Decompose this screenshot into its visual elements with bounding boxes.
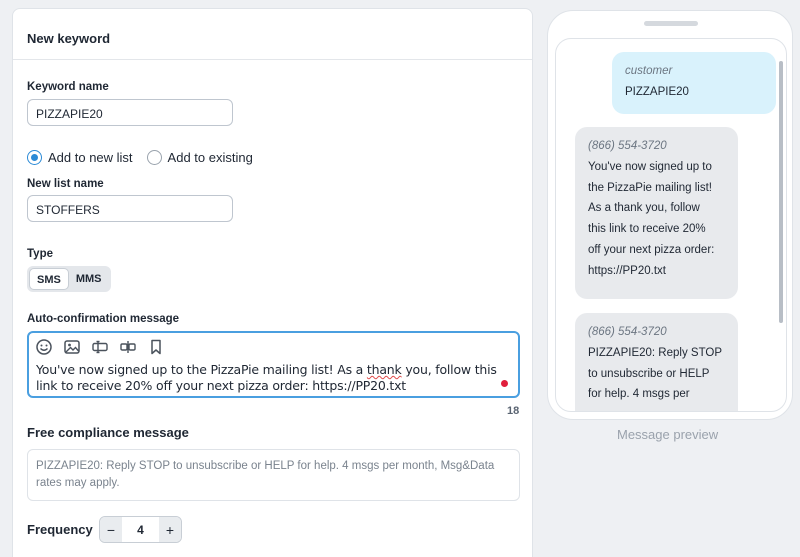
insert-link-icon[interactable] xyxy=(119,338,137,356)
frequency-stepper: − 4 + xyxy=(99,516,182,543)
bubble-line: this link to receive 20% xyxy=(588,223,706,236)
radio-label-existing: Add to existing xyxy=(167,150,253,165)
message-bubble-business: (866) 554-3720 PIZZAPIE20: Reply STOP to… xyxy=(575,313,738,411)
bubble-line: to unsubscribe or HELP xyxy=(588,367,710,380)
message-text-part: You've now signed up to the PizzaPie mai… xyxy=(36,362,367,377)
type-label: Type xyxy=(27,248,53,260)
alert-dot-icon xyxy=(501,380,508,387)
radio-add-to-new-list[interactable]: Add to new list xyxy=(27,150,133,165)
bubble-line: https://PP20.txt xyxy=(588,264,666,277)
editor-toolbar xyxy=(29,333,518,357)
message-bubble-customer: customer PIZZAPIE20 xyxy=(612,52,776,114)
character-count: 18 xyxy=(507,405,520,417)
new-list-name-label: New list name xyxy=(27,178,104,190)
image-icon[interactable] xyxy=(63,338,81,356)
frequency-label: Frequency xyxy=(27,522,93,537)
bookmark-icon[interactable] xyxy=(147,338,165,356)
type-mms-button[interactable]: MMS xyxy=(69,268,109,290)
preview-scrollbar[interactable] xyxy=(779,61,783,323)
radio-add-to-existing[interactable]: Add to existing xyxy=(146,150,253,165)
emoji-icon[interactable] xyxy=(35,338,53,356)
phone-preview: customer PIZZAPIE20 (866) 554-3720 You'v… xyxy=(547,10,793,420)
bubble-sender: (866) 554-3720 xyxy=(588,326,667,338)
phone-speaker xyxy=(644,21,698,26)
compliance-title: Free compliance message xyxy=(27,425,189,440)
message-text[interactable]: You've now signed up to the PizzaPie mai… xyxy=(29,357,518,394)
bubble-line: the PizzaPie mailing list! xyxy=(588,181,712,194)
bubble-line: for help. 4 msgs per xyxy=(588,388,690,401)
frequency-decrement-button[interactable]: − xyxy=(100,517,122,542)
radio-checked-icon xyxy=(27,150,42,165)
auto-confirmation-label: Auto-confirmation message xyxy=(27,313,180,325)
radio-unchecked-icon xyxy=(146,150,162,165)
bubble-sender: (866) 554-3720 xyxy=(588,140,667,152)
panel-title: New keyword xyxy=(13,9,532,60)
bubble-line: PIZZAPIE20 xyxy=(625,85,689,98)
list-choice-group: Add to new list Add to existing xyxy=(27,150,267,165)
type-toggle: SMS MMS xyxy=(27,266,111,292)
message-bubble-business: (866) 554-3720 You've now signed up to t… xyxy=(575,127,738,299)
misspelled-word[interactable]: thank xyxy=(367,362,402,377)
message-editor[interactable]: You've now signed up to the PizzaPie mai… xyxy=(27,331,520,398)
bubble-line: You've now signed up to xyxy=(588,160,712,173)
bubble-line: off your next pizza order: xyxy=(588,243,715,256)
message-preview-label: Message preview xyxy=(617,427,719,442)
radio-label-new-list: Add to new list xyxy=(48,150,133,165)
frequency-value[interactable]: 4 xyxy=(122,523,159,537)
compliance-message-box: PIZZAPIE20: Reply STOP to unsubscribe or… xyxy=(27,449,520,501)
keyword-name-input[interactable]: PIZZAPIE20 xyxy=(27,99,233,126)
bubble-line: PIZZAPIE20: Reply STOP xyxy=(588,346,723,359)
phone-screen: customer PIZZAPIE20 (866) 554-3720 You'v… xyxy=(555,38,787,412)
type-sms-button[interactable]: SMS xyxy=(29,268,69,290)
keyword-form-panel: New keyword Keyword name PIZZAPIE20 Add … xyxy=(12,8,533,557)
insert-field-icon[interactable] xyxy=(91,338,109,356)
frequency-increment-button[interactable]: + xyxy=(159,517,181,542)
keyword-name-label: Keyword name xyxy=(27,81,109,93)
bubble-line: As a thank you, follow xyxy=(588,202,700,215)
bubble-sender: customer xyxy=(625,65,673,77)
new-list-name-input[interactable]: STOFFERS xyxy=(27,195,233,222)
